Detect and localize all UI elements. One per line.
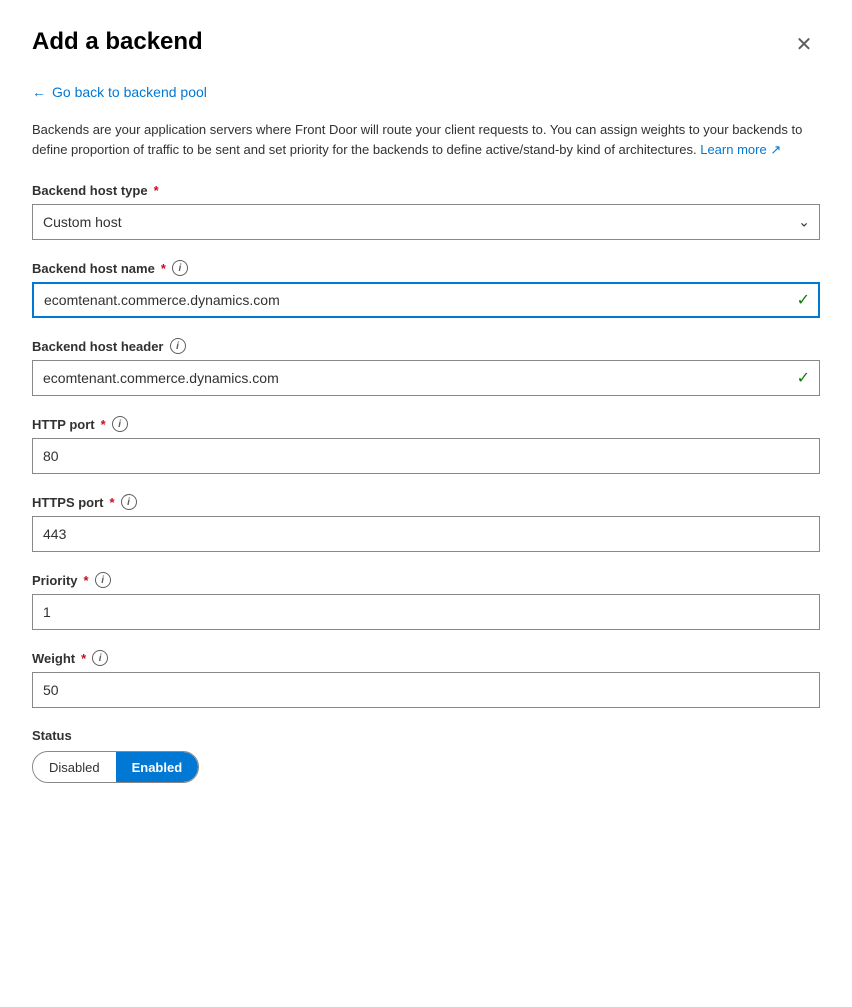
- http-port-label: HTTP port * i: [32, 416, 820, 432]
- status-toggle-group[interactable]: Disabled Enabled: [32, 751, 199, 783]
- http-port-input[interactable]: [32, 438, 820, 474]
- weight-input[interactable]: [32, 672, 820, 708]
- http-port-info-icon[interactable]: i: [112, 416, 128, 432]
- add-backend-panel: Add a backend ✕ ← Go back to backend poo…: [0, 0, 852, 1007]
- status-toggle-container: Disabled Enabled: [32, 751, 820, 783]
- backend-host-header-label: Backend host header i: [32, 338, 820, 354]
- back-to-backend-pool-link[interactable]: ← Go back to backend pool: [32, 84, 207, 100]
- panel-header: Add a backend ✕: [32, 28, 820, 60]
- status-label: Status: [32, 728, 820, 743]
- priority-input[interactable]: [32, 594, 820, 630]
- required-star-http: *: [101, 417, 106, 432]
- priority-label: Priority * i: [32, 572, 820, 588]
- required-star: *: [154, 183, 159, 198]
- backend-host-name-label: Backend host name * i: [32, 260, 820, 276]
- required-star-hostname: *: [161, 261, 166, 276]
- backend-host-name-input[interactable]: [32, 282, 820, 318]
- panel-title: Add a backend: [32, 28, 203, 56]
- https-port-input[interactable]: [32, 516, 820, 552]
- status-section: Status Disabled Enabled: [32, 728, 820, 783]
- header-valid-check-icon: ✓: [797, 368, 810, 388]
- https-port-group: HTTPS port * i: [32, 494, 820, 552]
- http-port-input-wrapper: [32, 438, 820, 474]
- backend-host-header-input-wrapper: ✓: [32, 360, 820, 396]
- backend-host-header-info-icon[interactable]: i: [170, 338, 186, 354]
- back-link-text: Go back to backend pool: [52, 84, 207, 100]
- priority-input-wrapper: [32, 594, 820, 630]
- back-arrow-icon: ←: [32, 84, 46, 100]
- backend-host-header-input[interactable]: [32, 360, 820, 396]
- required-star-https: *: [110, 495, 115, 510]
- weight-input-wrapper: [32, 672, 820, 708]
- valid-check-icon: ✓: [797, 290, 810, 310]
- priority-group: Priority * i: [32, 572, 820, 630]
- required-star-weight: *: [81, 651, 86, 666]
- https-port-input-wrapper: [32, 516, 820, 552]
- https-port-label: HTTPS port * i: [32, 494, 820, 510]
- weight-info-icon[interactable]: i: [92, 650, 108, 666]
- required-star-priority: *: [84, 573, 89, 588]
- backend-host-name-group: Backend host name * i ✓: [32, 260, 820, 318]
- backend-host-type-select-wrapper: Custom host Storage Cloud service App se…: [32, 204, 820, 240]
- backend-host-type-label: Backend host type *: [32, 183, 820, 198]
- backend-host-name-input-wrapper: ✓: [32, 282, 820, 318]
- close-button[interactable]: ✕: [788, 28, 820, 60]
- enabled-toggle-option[interactable]: Enabled: [116, 752, 199, 782]
- close-icon: ✕: [796, 32, 813, 57]
- weight-label: Weight * i: [32, 650, 820, 666]
- https-port-info-icon[interactable]: i: [121, 494, 137, 510]
- description-text: Backends are your application servers wh…: [32, 120, 820, 159]
- learn-more-link[interactable]: Learn more ↗: [700, 142, 781, 157]
- backend-host-name-info-icon[interactable]: i: [172, 260, 188, 276]
- priority-info-icon[interactable]: i: [95, 572, 111, 588]
- backend-host-header-group: Backend host header i ✓: [32, 338, 820, 396]
- http-port-group: HTTP port * i: [32, 416, 820, 474]
- disabled-toggle-option[interactable]: Disabled: [33, 752, 116, 782]
- external-link-icon: ↗: [770, 142, 781, 157]
- weight-group: Weight * i: [32, 650, 820, 708]
- backend-host-type-group: Backend host type * Custom host Storage …: [32, 183, 820, 240]
- backend-host-type-select[interactable]: Custom host Storage Cloud service App se…: [32, 204, 820, 240]
